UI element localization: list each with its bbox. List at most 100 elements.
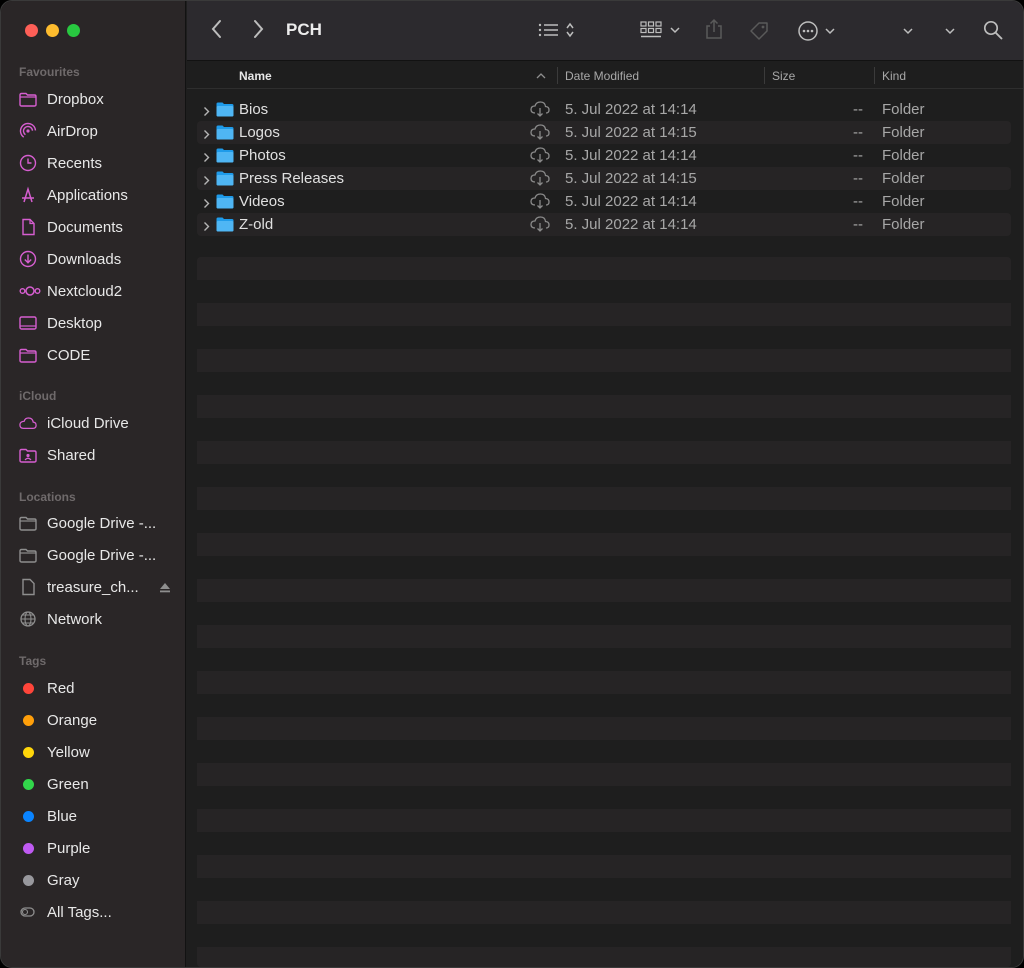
sidebar-item-label: Gray (47, 871, 80, 889)
column-separator[interactable] (557, 67, 558, 84)
column-header-size[interactable]: Size (772, 69, 795, 83)
file-row[interactable]: Z-old 5. Jul 2022 at 14:14 -- Folder (197, 213, 1011, 236)
folder-icon (19, 514, 37, 532)
sidebar-item-network[interactable]: Network (19, 606, 179, 632)
file-size: -- (853, 216, 863, 233)
folder-icon (216, 171, 234, 190)
sidebar-item-tag-gray[interactable]: Gray (19, 867, 179, 893)
sidebar-item-label: treasure_ch... (47, 578, 139, 596)
sidebar-item-tag-purple[interactable]: Purple (19, 835, 179, 861)
all-tags-icon (19, 903, 37, 921)
sidebar-item-dropbox[interactable]: Dropbox (19, 86, 179, 112)
group-button[interactable] (640, 21, 680, 39)
file-date: 5. Jul 2022 at 14:14 (565, 147, 697, 164)
sidebar-item-label: Green (47, 775, 89, 793)
disclosure-triangle-icon[interactable] (203, 150, 210, 167)
close-window-button[interactable] (25, 24, 38, 37)
cloud-download-icon[interactable] (530, 147, 550, 167)
zoom-window-button[interactable] (67, 24, 80, 37)
file-date: 5. Jul 2022 at 14:15 (565, 170, 697, 187)
sidebar-item-airdrop[interactable]: AirDrop (19, 118, 179, 144)
file-kind: Folder (882, 147, 925, 164)
file-name: Photos (239, 147, 286, 164)
sidebar-item-tag-blue[interactable]: Blue (19, 803, 179, 829)
applications-icon (19, 186, 37, 204)
disclosure-triangle-icon[interactable] (203, 104, 210, 121)
chevron-left-icon (211, 20, 221, 38)
chevron-down-icon (903, 28, 913, 35)
forward-button[interactable] (252, 19, 264, 39)
file-name: Logos (239, 124, 280, 141)
sidebar-item-all-tags[interactable]: All Tags... (19, 899, 179, 925)
disclosure-triangle-icon[interactable] (203, 173, 210, 190)
shared-folder-icon (19, 446, 37, 464)
disclosure-triangle-icon[interactable] (203, 127, 210, 144)
file-size: -- (853, 170, 863, 187)
sidebar-item-applications[interactable]: Applications (19, 182, 179, 208)
tag-dot-icon (19, 775, 37, 793)
sidebar-item-tag-red[interactable]: Red (19, 675, 179, 701)
disclosure-triangle-icon[interactable] (203, 219, 210, 236)
sidebar-item-tag-yellow[interactable]: Yellow (19, 739, 179, 765)
sidebar-item-shared[interactable]: Shared (19, 442, 179, 468)
column-separator[interactable] (874, 67, 875, 84)
file-row[interactable]: Press Releases 5. Jul 2022 at 14:15 -- F… (197, 167, 1011, 190)
cloud-download-icon[interactable] (530, 216, 550, 236)
search-button[interactable] (983, 20, 1003, 40)
file-row[interactable]: Photos 5. Jul 2022 at 14:14 -- Folder (197, 144, 1011, 167)
file-row[interactable]: Videos 5. Jul 2022 at 14:14 -- Folder (197, 190, 1011, 213)
section-title-tags: Tags (19, 654, 47, 668)
file-row[interactable]: Bios 5. Jul 2022 at 14:14 -- Folder (197, 98, 1011, 121)
sidebar-item-downloads[interactable]: Downloads (19, 246, 179, 272)
cloud-icon (19, 414, 37, 432)
sidebar-item-treasure-chest[interactable]: treasure_ch... (19, 574, 179, 600)
sidebar-item-tag-green[interactable]: Green (19, 771, 179, 797)
list-view-icon (538, 23, 558, 37)
overflow-button[interactable] (945, 27, 955, 35)
eject-icon[interactable] (159, 580, 171, 597)
folder-icon (216, 217, 234, 236)
file-size: -- (853, 124, 863, 141)
ellipsis-circle-icon (798, 21, 818, 41)
empty-list-background[interactable] (197, 257, 1011, 967)
sidebar-item-documents[interactable]: Documents (19, 214, 179, 240)
cloud-download-icon[interactable] (530, 101, 550, 121)
more-toolbar-button[interactable] (903, 27, 913, 35)
column-header-date[interactable]: Date Modified (565, 69, 639, 83)
tags-button[interactable] (748, 20, 770, 42)
tag-dot-icon (19, 839, 37, 857)
minimize-window-button[interactable] (46, 24, 59, 37)
file-list: Bios 5. Jul 2022 at 14:14 -- Folder Logo… (197, 98, 1011, 236)
cloud-download-icon[interactable] (530, 124, 550, 144)
nextcloud-icon (19, 282, 41, 300)
column-header-name[interactable]: Name (239, 69, 272, 83)
sidebar-item-icloud-drive[interactable]: iCloud Drive (19, 410, 179, 436)
finder-window: Favourites Dropbox AirDrop Recents Appli… (0, 0, 1024, 968)
sidebar-item-tag-orange[interactable]: Orange (19, 707, 179, 733)
sidebar-item-google-drive-1[interactable]: Google Drive -... (19, 510, 179, 536)
folder-icon (216, 148, 234, 167)
download-icon (19, 250, 37, 268)
column-header-row: Name Date Modified Size Kind (187, 62, 1023, 89)
sidebar-item-google-drive-2[interactable]: Google Drive -... (19, 542, 179, 568)
folder-icon (216, 102, 234, 121)
sidebar-item-nextcloud[interactable]: Nextcloud2 (19, 278, 179, 304)
sidebar-item-recents[interactable]: Recents (19, 150, 179, 176)
sidebar-item-desktop[interactable]: Desktop (19, 310, 179, 336)
sidebar-item-code[interactable]: CODE (19, 342, 179, 368)
sidebar-item-label: AirDrop (47, 122, 98, 140)
file-date: 5. Jul 2022 at 14:14 (565, 101, 697, 118)
share-icon (706, 18, 722, 39)
column-header-kind[interactable]: Kind (882, 69, 906, 83)
desktop-icon (19, 314, 37, 332)
file-row[interactable]: Logos 5. Jul 2022 at 14:15 -- Folder (197, 121, 1011, 144)
column-separator[interactable] (764, 67, 765, 84)
view-options-button[interactable] (538, 21, 575, 39)
cloud-download-icon[interactable] (530, 170, 550, 190)
cloud-download-icon[interactable] (530, 193, 550, 213)
back-button[interactable] (211, 19, 223, 39)
share-button[interactable] (705, 18, 723, 40)
action-button[interactable] (797, 20, 835, 42)
disclosure-triangle-icon[interactable] (203, 196, 210, 213)
grid-group-icon (640, 21, 662, 38)
